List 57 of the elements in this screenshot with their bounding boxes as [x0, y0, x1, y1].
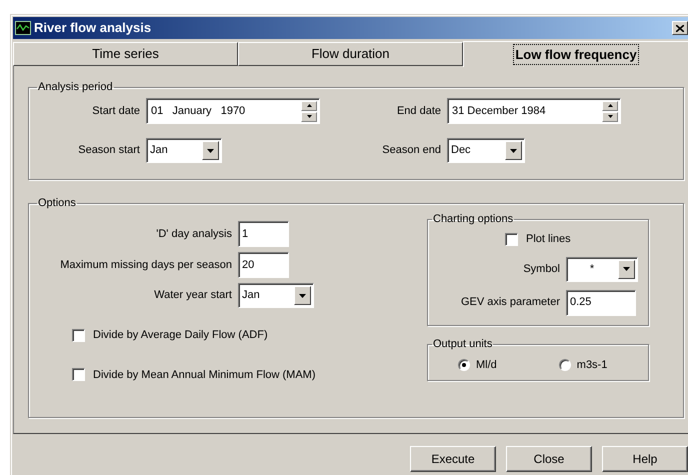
field-label: End date: [396, 104, 442, 119]
dialog-button[interactable]: Help: [602, 446, 688, 472]
down-arrow-icon: [608, 115, 612, 118]
group-title: Analysis period: [37, 80, 114, 94]
checkbox[interactable]: [72, 328, 85, 342]
dropdown[interactable]: *: [566, 256, 638, 282]
up-arrow-icon: [608, 104, 612, 107]
spin-up-button[interactable]: [602, 100, 618, 110]
checkbox[interactable]: [505, 232, 518, 246]
up-arrow-icon: [306, 104, 312, 107]
dropdown[interactable]: Dec: [447, 138, 525, 163]
down-arrow-icon: [306, 115, 312, 118]
checkbox[interactable]: [72, 368, 85, 382]
input-field[interactable]: 20: [238, 252, 289, 278]
field-label: GEV axis parameter: [460, 295, 561, 310]
radio-label[interactable]: Ml/d: [476, 357, 497, 374]
dropdown-button[interactable]: [202, 141, 219, 160]
dropdown-button[interactable]: [505, 141, 522, 160]
caret-icon: [207, 148, 214, 152]
radio-button[interactable]: [458, 359, 470, 372]
checkbox-label[interactable]: Divide by Mean Annual Minimum Flow (MAM): [93, 366, 316, 383]
dialog-button[interactable]: Execute: [410, 446, 496, 472]
checkbox-label[interactable]: Divide by Average Daily Flow (ADF): [93, 327, 268, 344]
field-label: Symbol: [522, 262, 561, 277]
radio-button[interactable]: [558, 359, 571, 372]
group-title: Output units: [432, 337, 494, 351]
field-label: Season end: [381, 143, 442, 158]
field-label: Maximum missing days per season: [59, 258, 233, 273]
spin-up-button[interactable]: [301, 100, 317, 110]
close-icon: [676, 24, 684, 32]
dropdown[interactable]: Jan: [146, 138, 222, 163]
spin-down-button[interactable]: [301, 112, 317, 122]
field-label: Start date: [91, 104, 141, 119]
date-field[interactable]: 01 January 1970: [146, 98, 320, 124]
spin-down-button[interactable]: [602, 112, 618, 122]
input-field[interactable]: 0.25: [566, 290, 636, 316]
caret-icon: [623, 267, 630, 271]
dropdown-button[interactable]: [618, 260, 635, 278]
group-title: Charting options: [432, 212, 514, 226]
group-title: Options: [37, 196, 77, 210]
checkbox-label[interactable]: Plot lines: [526, 231, 571, 248]
input-field[interactable]: 1: [238, 221, 289, 247]
window-title: River flow analysis: [34, 19, 152, 38]
close-button[interactable]: [672, 21, 688, 35]
date-field[interactable]: 31 December 1984: [447, 98, 621, 124]
field-label: Season start: [77, 143, 141, 158]
tab[interactable]: Low flow frequency: [463, 41, 688, 67]
caret-icon: [299, 294, 306, 298]
dropdown[interactable]: Jan: [238, 283, 314, 308]
caret-icon: [510, 148, 517, 152]
dropdown-button[interactable]: [294, 286, 311, 305]
field-label: Water year start: [153, 288, 233, 304]
dialog-button[interactable]: Close: [506, 446, 592, 472]
tab[interactable]: Time series: [13, 42, 238, 66]
field-label: 'D' day analysis: [155, 226, 233, 242]
radio-label[interactable]: m3s-1: [576, 357, 608, 374]
tab[interactable]: Flow duration: [238, 42, 463, 66]
